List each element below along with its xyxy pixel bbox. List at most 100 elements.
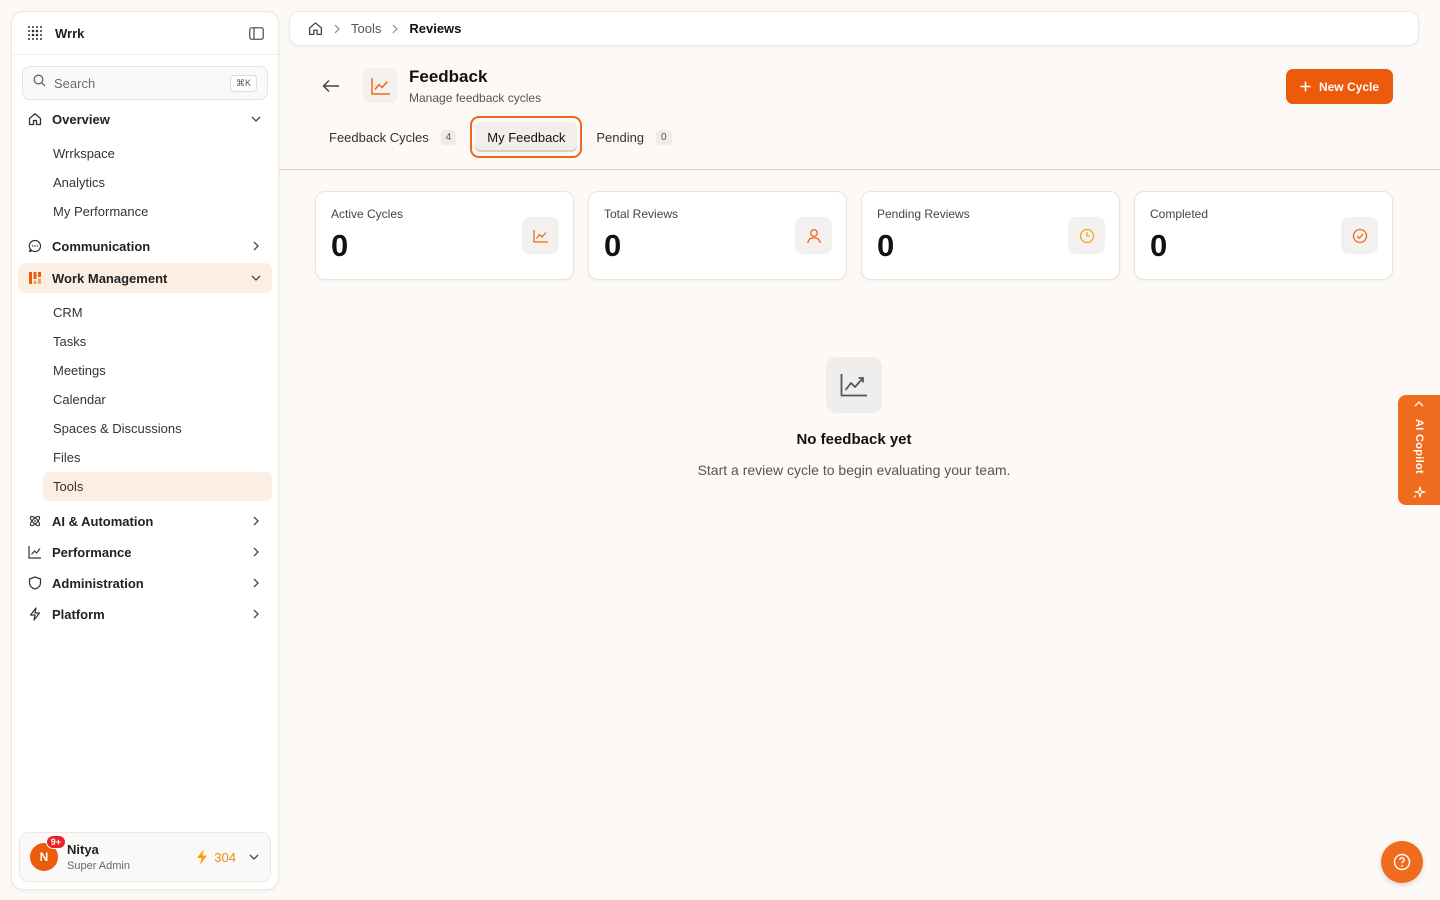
sidebar-group-label: Work Management bbox=[52, 270, 168, 286]
sidebar-item-wrrkspace[interactable]: Wrrkspace bbox=[43, 139, 272, 168]
user-name: Nitya bbox=[67, 842, 99, 857]
tab-bar: Feedback Cycles 4 My Feedback Pending 0 bbox=[315, 116, 686, 158]
tab-count: 4 bbox=[440, 129, 457, 145]
chevron-up-icon bbox=[1414, 401, 1424, 407]
sidebar-item-crm[interactable]: CRM bbox=[43, 298, 272, 327]
logo-icon bbox=[26, 24, 44, 42]
sidebar-group-label: Communication bbox=[52, 238, 151, 254]
sidebar-item-calendar[interactable]: Calendar bbox=[43, 385, 272, 414]
sidebar-group-performance[interactable]: Performance bbox=[18, 537, 272, 567]
sidebar-group-communication[interactable]: Communication bbox=[18, 231, 272, 261]
chevron-down-icon bbox=[250, 113, 262, 125]
avatar-initial: N bbox=[39, 850, 49, 864]
sidebar-group-work-management[interactable]: Work Management bbox=[18, 263, 272, 293]
plus-icon bbox=[1300, 81, 1311, 92]
new-cycle-label: New Cycle bbox=[1318, 79, 1379, 94]
sidebar-group-label: Overview bbox=[52, 111, 110, 127]
stat-value: 0 bbox=[331, 228, 349, 263]
trend-icon bbox=[826, 357, 882, 413]
sidebar-group-label: Administration bbox=[52, 575, 144, 591]
user-role: Super Admin bbox=[67, 860, 130, 872]
tab-count: 0 bbox=[656, 129, 672, 145]
search-input[interactable]: Search ⌘K bbox=[22, 66, 268, 100]
overview-subnav: Wrrkspace Analytics My Performance bbox=[43, 139, 272, 226]
points-badge: 304 bbox=[196, 849, 236, 865]
sidebar-item-files[interactable]: Files bbox=[43, 443, 272, 472]
stat-value: 0 bbox=[604, 228, 622, 263]
chat-icon bbox=[28, 239, 42, 253]
chevron-right-icon bbox=[250, 515, 262, 527]
grid-icon bbox=[28, 271, 42, 285]
sidebar-item-tasks[interactable]: Tasks bbox=[43, 327, 272, 356]
sidebar-item-spaces[interactable]: Spaces & Discussions bbox=[43, 414, 272, 443]
brand-name: Wrrk bbox=[55, 25, 85, 41]
sidebar-group-ai-automation[interactable]: AI & Automation bbox=[18, 506, 272, 536]
chevron-right-icon bbox=[250, 546, 262, 558]
back-button[interactable] bbox=[321, 76, 341, 96]
empty-state-title: No feedback yet bbox=[796, 431, 912, 448]
sidebar-group-administration[interactable]: Administration bbox=[18, 568, 272, 598]
help-icon bbox=[1393, 853, 1411, 871]
sidebar-group-overview[interactable]: Overview bbox=[18, 104, 272, 134]
home-icon[interactable] bbox=[308, 21, 323, 36]
check-circle-icon bbox=[1341, 217, 1378, 254]
stat-card-completed: Completed 0 bbox=[1134, 191, 1393, 280]
tab-label: Pending bbox=[596, 129, 645, 145]
sidebar-toggle-icon[interactable] bbox=[248, 25, 264, 41]
search-icon bbox=[33, 74, 46, 92]
empty-state-description: Start a review cycle to begin evaluating… bbox=[697, 462, 1011, 478]
stat-value: 0 bbox=[877, 228, 895, 263]
chevron-down-icon bbox=[250, 272, 262, 284]
notification-badge[interactable]: 9+ bbox=[45, 835, 66, 849]
page-subtitle: Manage feedback cycles bbox=[409, 91, 542, 105]
points-value: 304 bbox=[214, 849, 236, 865]
sidebar-nav: Overview Wrrkspace Analytics My Performa… bbox=[12, 104, 278, 629]
work-management-subnav: CRM Tasks Meetings Calendar Spaces & Dis… bbox=[43, 298, 272, 501]
user-menu[interactable]: N 9+ Nitya Super Admin 304 bbox=[19, 832, 271, 882]
help-button[interactable] bbox=[1381, 841, 1423, 883]
chevron-right-icon bbox=[250, 608, 262, 620]
page-header: Feedback Manage feedback cycles New Cycl… bbox=[279, 46, 1440, 170]
sidebar-group-label: Performance bbox=[52, 544, 132, 560]
new-cycle-button[interactable]: New Cycle bbox=[1285, 69, 1393, 104]
stat-label: Pending Reviews bbox=[877, 207, 970, 221]
stat-label: Total Reviews bbox=[604, 207, 679, 221]
trend-icon bbox=[522, 217, 559, 254]
tab-feedback-cycles[interactable]: Feedback Cycles 4 bbox=[315, 117, 470, 157]
stat-card-total-reviews: Total Reviews 0 bbox=[588, 191, 847, 280]
stat-card-active-cycles: Active Cycles 0 bbox=[315, 191, 574, 280]
stats-row: Active Cycles 0 Total Reviews 0 Pending … bbox=[315, 191, 1393, 280]
tab-pending[interactable]: Pending 0 bbox=[582, 117, 685, 157]
sidebar-item-meetings[interactable]: Meetings bbox=[43, 356, 272, 385]
ai-copilot-label: AI Copilot bbox=[1413, 419, 1425, 474]
stat-value: 0 bbox=[1150, 228, 1168, 263]
tab-label: My Feedback bbox=[487, 129, 566, 145]
avatar: N 9+ bbox=[30, 835, 66, 871]
atom-icon bbox=[28, 514, 42, 528]
breadcrumb-reviews: Reviews bbox=[409, 21, 462, 36]
breadcrumb-tools[interactable]: Tools bbox=[351, 21, 381, 36]
search-shortcut: ⌘K bbox=[229, 74, 257, 92]
sidebar: Wrrk Search ⌘K Overview Wrrkspace Analyt… bbox=[11, 11, 279, 890]
trend-icon bbox=[363, 68, 398, 103]
sidebar-item-analytics[interactable]: Analytics bbox=[43, 168, 272, 197]
page-title: Feedback bbox=[409, 67, 488, 86]
sidebar-header: Wrrk bbox=[12, 12, 278, 55]
sidebar-group-platform[interactable]: Platform bbox=[18, 599, 272, 629]
sidebar-item-my-performance[interactable]: My Performance bbox=[43, 197, 272, 226]
tab-my-feedback[interactable]: My Feedback bbox=[470, 116, 583, 158]
sidebar-group-label: AI & Automation bbox=[52, 513, 154, 529]
user-info: Nitya Super Admin bbox=[67, 842, 130, 872]
empty-state: No feedback yet Start a review cycle to … bbox=[279, 357, 1429, 478]
sidebar-item-tools[interactable]: Tools bbox=[43, 472, 272, 501]
chevron-right-icon bbox=[250, 240, 262, 252]
ai-copilot-tab[interactable]: AI Copilot bbox=[1398, 395, 1440, 505]
home-icon bbox=[28, 112, 42, 126]
stat-label: Completed bbox=[1150, 207, 1209, 221]
stat-card-pending-reviews: Pending Reviews 0 bbox=[861, 191, 1120, 280]
sidebar-group-label: Platform bbox=[52, 606, 105, 622]
tab-label: Feedback Cycles bbox=[329, 129, 429, 145]
bolt-icon bbox=[28, 607, 42, 621]
chevron-right-icon bbox=[333, 24, 341, 34]
trend-icon bbox=[28, 545, 42, 559]
